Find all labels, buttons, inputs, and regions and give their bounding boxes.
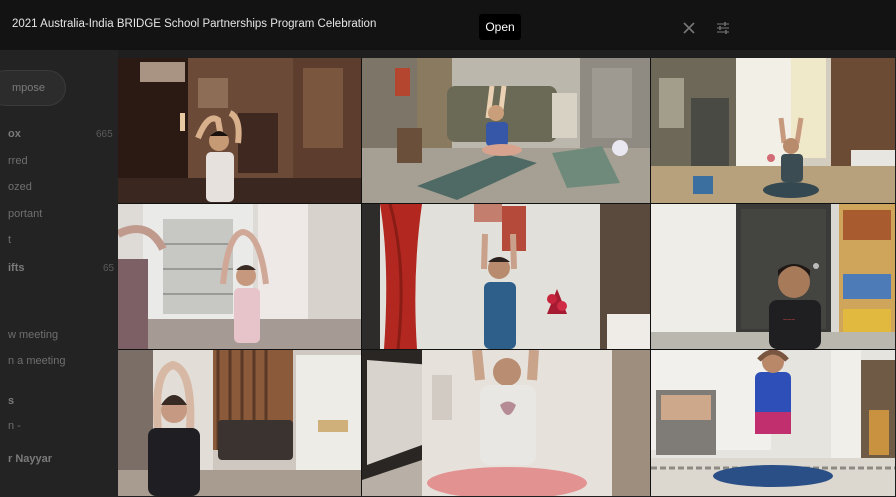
video-frame-3 (651, 58, 895, 203)
sidebar-section-hangouts: s (8, 395, 15, 407)
video-tile-1[interactable] (118, 58, 361, 203)
sidebar-inbox-count: 665 (96, 129, 113, 140)
video-grid: ~~~ (118, 58, 895, 496)
sidebar-item-snoozed[interactable]: ozed (8, 181, 32, 193)
sidebar-item-new-meeting[interactable]: w meeting (8, 329, 58, 341)
open-button[interactable]: Open (479, 14, 521, 40)
video-tile-5[interactable] (362, 204, 650, 349)
video-frame-9 (651, 350, 895, 496)
settings-sliders-icon[interactable] (716, 21, 730, 35)
sidebar-item-starred[interactable]: rred (8, 155, 28, 167)
close-icon[interactable] (682, 21, 696, 35)
video-frame-4 (118, 204, 361, 349)
video-tile-2[interactable] (362, 58, 650, 203)
video-frame-5 (362, 204, 650, 349)
sidebar-item-sent[interactable]: t (8, 234, 11, 246)
video-tile-6[interactable]: ~~~ (651, 204, 895, 349)
video-tile-9[interactable] (651, 350, 895, 496)
sidebar-item-contact[interactable]: r Nayyar (8, 453, 52, 465)
video-tile-3[interactable] (651, 58, 895, 203)
video-tile-8[interactable] (362, 350, 650, 496)
sidebar-item-user-status[interactable]: n - (8, 420, 21, 432)
video-tile-7[interactable] (118, 350, 361, 496)
video-frame-2 (362, 58, 650, 203)
mail-sidebar: mpose ox 665 rred ozed portant t ifts 65… (0, 50, 118, 497)
sidebar-item-join-meeting[interactable]: n a meeting (8, 355, 65, 367)
sidebar-item-drafts[interactable]: ifts (8, 262, 25, 274)
svg-text:~~~: ~~~ (783, 317, 795, 324)
sidebar-item-important[interactable]: portant (8, 208, 42, 220)
sidebar-drafts-count: 65 (103, 263, 115, 274)
sidebar-item-inbox[interactable]: ox (8, 128, 21, 140)
video-frame-7 (118, 350, 361, 496)
compose-button[interactable]: mpose (0, 70, 66, 106)
window-title: 2021 Australia-India BRIDGE School Partn… (12, 18, 377, 30)
title-bar: 2021 Australia-India BRIDGE School Partn… (0, 0, 896, 50)
video-frame-1 (118, 58, 361, 203)
video-frame-8 (362, 350, 650, 496)
video-tile-4[interactable] (118, 204, 361, 349)
app-frame: 2021 Australia-India BRIDGE School Partn… (0, 0, 896, 497)
video-frame-6: ~~~ (651, 204, 895, 349)
